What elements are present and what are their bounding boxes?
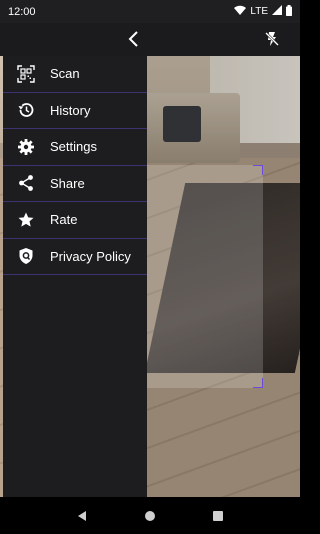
menu-item-share[interactable]: Share: [3, 166, 147, 202]
menu-item-label: Share: [50, 175, 85, 191]
history-icon: [16, 100, 36, 120]
recents-square-icon[interactable]: [208, 506, 228, 526]
system-nav-bar: [0, 497, 300, 534]
menu-item-privacy-policy[interactable]: Privacy Policy: [3, 239, 147, 275]
menu-item-label: Settings: [50, 139, 97, 155]
flash-off-icon: [265, 32, 279, 46]
status-icons: LTE: [234, 4, 292, 19]
wifi-icon: [234, 5, 247, 18]
flash-toggle-button[interactable]: [262, 29, 282, 49]
menu-item-history[interactable]: History: [3, 93, 147, 129]
qr-scan-icon: [16, 64, 36, 84]
menu-item-scan[interactable]: Scan: [3, 56, 147, 93]
shield-icon: [16, 246, 36, 266]
share-icon: [16, 173, 36, 193]
scan-frame-corner-top-right: [253, 165, 263, 175]
menu-item-settings[interactable]: Settings: [3, 129, 147, 166]
menu-item-rate[interactable]: Rate: [3, 202, 147, 239]
battery-icon: [286, 4, 292, 19]
chevron-left-icon: [128, 31, 138, 47]
top-toolbar: [0, 23, 300, 56]
gear-icon: [16, 137, 36, 157]
menu-item-label: History: [50, 102, 91, 118]
star-icon: [16, 210, 36, 230]
back-triangle-icon[interactable]: [72, 506, 92, 526]
menu-item-label: Rate: [50, 212, 78, 228]
back-button[interactable]: [124, 29, 144, 49]
scan-frame: [147, 165, 263, 388]
menu-item-label: Scan: [50, 66, 80, 82]
menu-item-label: Privacy Policy: [50, 248, 131, 264]
status-bar: 12:00 LTE: [0, 0, 300, 23]
status-time: 12:00: [8, 5, 36, 18]
navigation-drawer: Scan History Settings Share Rate Privacy…: [3, 56, 147, 497]
network-type: LTE: [250, 6, 268, 17]
signal-icon: [272, 5, 282, 18]
scan-frame-corner-bottom-right: [253, 378, 263, 388]
home-circle-icon[interactable]: [140, 506, 160, 526]
